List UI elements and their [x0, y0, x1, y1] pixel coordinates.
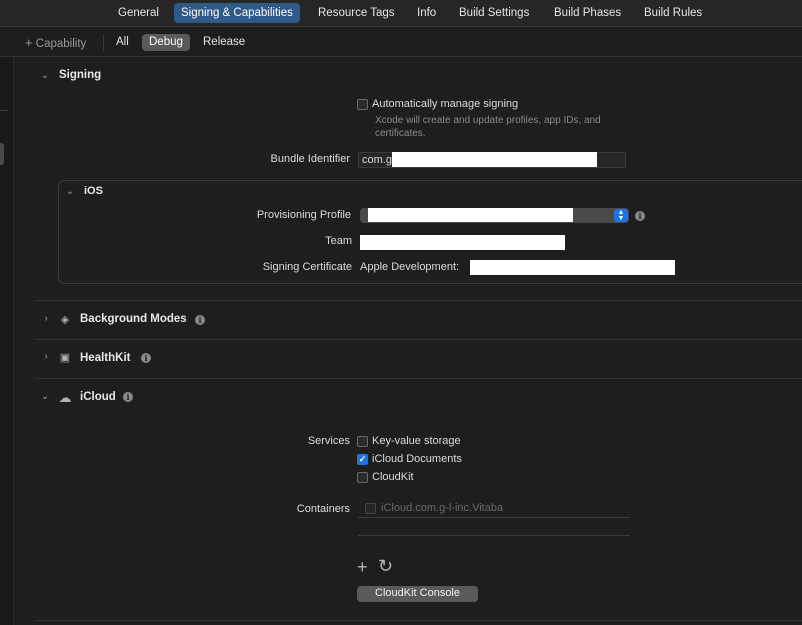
- background-modes-disclosure-chevron-icon[interactable]: ›: [40, 313, 52, 324]
- icloud-info-icon[interactable]: i: [123, 392, 133, 402]
- toolbar-divider: [103, 34, 104, 51]
- signing-section-title: Signing: [59, 69, 102, 81]
- tab-info[interactable]: Info: [410, 3, 443, 23]
- provisioning-profile-redaction: [368, 208, 573, 222]
- add-capability-label: Capability: [35, 38, 87, 50]
- auto-manage-signing-description: Xcode will create and update profiles, a…: [375, 115, 601, 139]
- cloud-icon: ☁: [58, 390, 72, 405]
- team-label: Team: [325, 235, 352, 247]
- filter-release[interactable]: Release: [196, 34, 252, 51]
- filter-debug[interactable]: Debug: [142, 34, 190, 51]
- cloudkit-checkbox[interactable]: [357, 472, 368, 483]
- filter-all[interactable]: All: [109, 34, 136, 51]
- container-checkbox[interactable]: [365, 503, 376, 514]
- icloud-documents-checkbox[interactable]: ✓: [357, 454, 368, 465]
- layers-icon: ◈: [60, 314, 70, 326]
- tab-build-settings[interactable]: Build Settings: [452, 3, 536, 23]
- provisioning-profile-label: Provisioning Profile: [256, 209, 351, 221]
- add-capability-button[interactable]: + Capability: [18, 34, 93, 51]
- ios-section-title: iOS: [84, 185, 103, 197]
- tab-signing-capabilities[interactable]: Signing & Capabilities: [174, 3, 300, 23]
- health-icon: ▣: [59, 352, 71, 364]
- containers-label: Containers: [296, 503, 350, 515]
- tab-general[interactable]: General: [111, 3, 166, 23]
- icloud-documents-label: iCloud Documents: [372, 453, 462, 465]
- section-divider: [34, 339, 802, 340]
- tab-build-phases[interactable]: Build Phases: [547, 3, 628, 23]
- section-divider: [34, 300, 802, 301]
- services-label: Services: [307, 435, 350, 447]
- bundle-identifier-value: com.g: [362, 154, 392, 166]
- bundle-identifier-redaction: [392, 152, 597, 167]
- tab-resource-tags[interactable]: Resource Tags: [311, 3, 402, 23]
- key-value-storage-label: Key-value storage: [372, 435, 461, 447]
- key-value-storage-checkbox[interactable]: [357, 436, 368, 447]
- signing-disclosure-chevron-icon[interactable]: ⌄: [39, 70, 51, 81]
- signing-certificate-redaction: [470, 260, 675, 275]
- tab-build-rules[interactable]: Build Rules: [637, 3, 709, 23]
- section-divider: [34, 620, 802, 621]
- popup-stepper-icon: ▲ ▼: [614, 209, 628, 222]
- team-value-redaction: [360, 235, 565, 250]
- refresh-containers-icon[interactable]: ↻: [378, 557, 393, 575]
- editor-tab-bar: General Signing & Capabilities Resource …: [0, 0, 802, 27]
- icloud-title: iCloud: [80, 391, 116, 403]
- auto-manage-signing-checkbox[interactable]: [357, 99, 368, 110]
- healthkit-disclosure-chevron-icon[interactable]: ›: [40, 351, 52, 362]
- gutter-selection-marker: [0, 143, 4, 165]
- capability-toolbar: + Capability All Debug Release: [0, 28, 802, 57]
- plus-icon: +: [25, 35, 33, 50]
- background-modes-info-icon[interactable]: i: [195, 315, 205, 325]
- signing-certificate-label: Signing Certificate: [262, 261, 352, 273]
- cloudkit-console-button[interactable]: CloudKit Console: [357, 586, 478, 602]
- bundle-identifier-label: Bundle Identifier: [270, 153, 351, 165]
- provisioning-info-icon[interactable]: i: [635, 211, 645, 221]
- left-gutter: [0, 57, 14, 625]
- auto-manage-signing-label: Automatically manage signing: [372, 98, 519, 110]
- gutter-divider: [0, 110, 8, 111]
- container-list-bottom: [358, 535, 630, 536]
- section-divider: [34, 378, 802, 379]
- signing-certificate-value: Apple Development:: [360, 261, 460, 273]
- container-identifier: iCloud.com.g-l-inc.Vitaba: [381, 502, 504, 514]
- background-modes-title: Background Modes: [80, 313, 187, 325]
- healthkit-info-icon[interactable]: i: [141, 353, 151, 363]
- container-list-divider: [358, 517, 630, 518]
- cloudkit-label: CloudKit: [372, 471, 414, 483]
- ios-disclosure-chevron-icon[interactable]: ⌄: [64, 186, 76, 197]
- healthkit-title: HealthKit: [80, 352, 131, 364]
- add-container-plus-icon[interactable]: +: [357, 558, 368, 576]
- icloud-disclosure-chevron-icon[interactable]: ⌄: [39, 391, 51, 402]
